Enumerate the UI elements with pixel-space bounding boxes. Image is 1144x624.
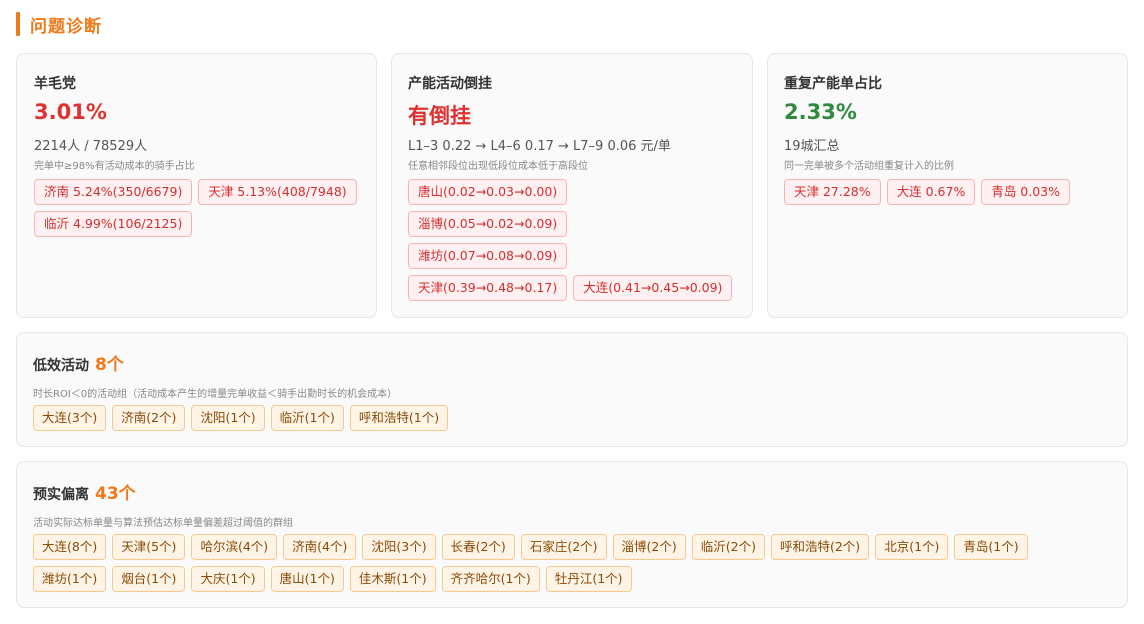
city-tag[interactable]: 临沂(2个) [691,534,765,560]
city-tag[interactable]: 哈尔滨(4个) [191,534,278,560]
city-tag[interactable]: 淄博(2个) [612,534,686,560]
metric-value: 3.01% [34,100,107,124]
card-title-row: 低效活动 8个 [33,350,124,375]
metric-desc: 活动实际达标单量与算法预估达标单量偏差超过阈值的群组 [33,518,293,529]
city-tag[interactable]: 大连(0.41→0.45→0.09) [573,275,733,301]
count-value: 8个 [95,355,124,375]
wool-party-card: 羊毛党 3.01% 2214人 / 78529人 完单中≥98%有活动成本的骑手… [16,53,377,318]
metric-desc: 完单中≥98%有活动成本的骑手占比 [34,161,195,172]
city-tag[interactable]: 呼和浩特(2个) [770,534,870,560]
city-tag[interactable]: 齐齐哈尔(1个) [441,566,540,592]
city-tag[interactable]: 石家庄(2个) [520,534,607,560]
city-tag[interactable]: 大庆(1个) [191,566,265,592]
city-tag[interactable]: 大连(3个) [33,405,107,431]
city-tag[interactable]: 北京(1个) [875,534,949,560]
metric-sub: L1–3 0.22 → L4–6 0.17 → L7–9 0.06 元/单 [408,139,671,154]
metric-sub: 19城汇总 [784,139,840,154]
city-tag[interactable]: 淄博(0.05→0.02→0.09) [408,211,568,237]
city-tag[interactable]: 长春(2个) [441,534,515,560]
city-tag[interactable]: 潍坊(0.07→0.08→0.09) [408,243,568,269]
city-tag[interactable]: 天津 5.13%(408/7948) [198,179,357,205]
city-tag[interactable]: 济南(4个) [283,534,357,560]
city-tag[interactable]: 济南(2个) [112,405,186,431]
section-accent-bar [16,12,20,36]
city-tags: 唐山(0.02→0.03→0.00) 淄博(0.05→0.02→0.09) 潍坊… [408,179,748,307]
city-tags: 大连(3个) 济南(2个) 沈阳(1个) 临沂(1个) 呼和浩特(1个) [33,405,1113,437]
city-tag[interactable]: 牡丹江(1个) [545,566,632,592]
metric-value: 2.33% [784,100,857,124]
forecast-deviation-card: 预实偏离 43个 活动实际达标单量与算法预估达标单量偏差超过阈值的群组 大连(8… [16,461,1128,608]
city-tag[interactable]: 佳木斯(1个) [349,566,436,592]
city-tag[interactable]: 青岛(1个) [954,534,1028,560]
city-tag[interactable]: 潍坊(1个) [33,566,107,592]
city-tag[interactable]: 临沂 4.99%(106/2125) [34,211,193,237]
section-header: 问题诊断 [16,12,102,37]
count-value: 43个 [95,484,136,504]
city-tag[interactable]: 烟台(1个) [112,566,186,592]
low-efficiency-card: 低效活动 8个 时长ROI＜0的活动组（活动成本产生的增量完单收益＜骑手出勤时长… [16,332,1128,447]
card-title: 预实偏离 [33,487,89,503]
card-title: 重复产能单占比 [784,76,882,92]
city-tags: 天津 27.28% 大连 0.67% 青岛 0.03% [784,179,1119,211]
city-tag[interactable]: 沈阳(1个) [191,405,265,431]
city-tag[interactable]: 唐山(0.02→0.03→0.00) [408,179,568,205]
metric-desc: 时长ROI＜0的活动组（活动成本产生的增量完单收益＜骑手出勤时长的机会成本） [33,389,398,400]
city-tag[interactable]: 临沂(1个) [270,405,344,431]
city-tags: 大连(8个) 天津(5个) 哈尔滨(4个) 济南(4个) 沈阳(3个) 长春(2… [33,534,1113,598]
capacity-inversion-card: 产能活动倒挂 有倒挂 L1–3 0.22 → L4–6 0.17 → L7–9 … [391,53,753,318]
city-tag[interactable]: 天津(5个) [112,534,186,560]
city-tag[interactable]: 呼和浩特(1个) [349,405,449,431]
metric-sub: 2214人 / 78529人 [34,139,148,154]
card-title-row: 预实偏离 43个 [33,479,136,504]
metric-desc: 任意相邻段位出现低段位成本低于高段位 [408,161,588,172]
city-tag[interactable]: 天津 27.28% [784,179,881,205]
city-tag[interactable]: 沈阳(3个) [362,534,436,560]
metric-value: 有倒挂 [408,104,471,128]
city-tag[interactable]: 大连 0.67% [886,179,976,205]
metric-desc: 同一完单被多个活动组重复计入的比例 [784,161,954,172]
city-tag[interactable]: 青岛 0.03% [981,179,1071,205]
city-tag[interactable]: 唐山(1个) [270,566,344,592]
duplicate-capacity-card: 重复产能单占比 2.33% 19城汇总 同一完单被多个活动组重复计入的比例 天津… [767,53,1128,318]
card-title: 羊毛党 [34,76,76,92]
card-title: 低效活动 [33,358,89,374]
card-title: 产能活动倒挂 [408,76,492,92]
city-tag[interactable]: 济南 5.24%(350/6679) [34,179,193,205]
city-tags: 济南 5.24%(350/6679) 天津 5.13%(408/7948) 临沂… [34,179,369,243]
city-tag[interactable]: 天津(0.39→0.48→0.17) [408,275,568,301]
section-title: 问题诊断 [30,16,102,37]
city-tag[interactable]: 大连(8个) [33,534,107,560]
